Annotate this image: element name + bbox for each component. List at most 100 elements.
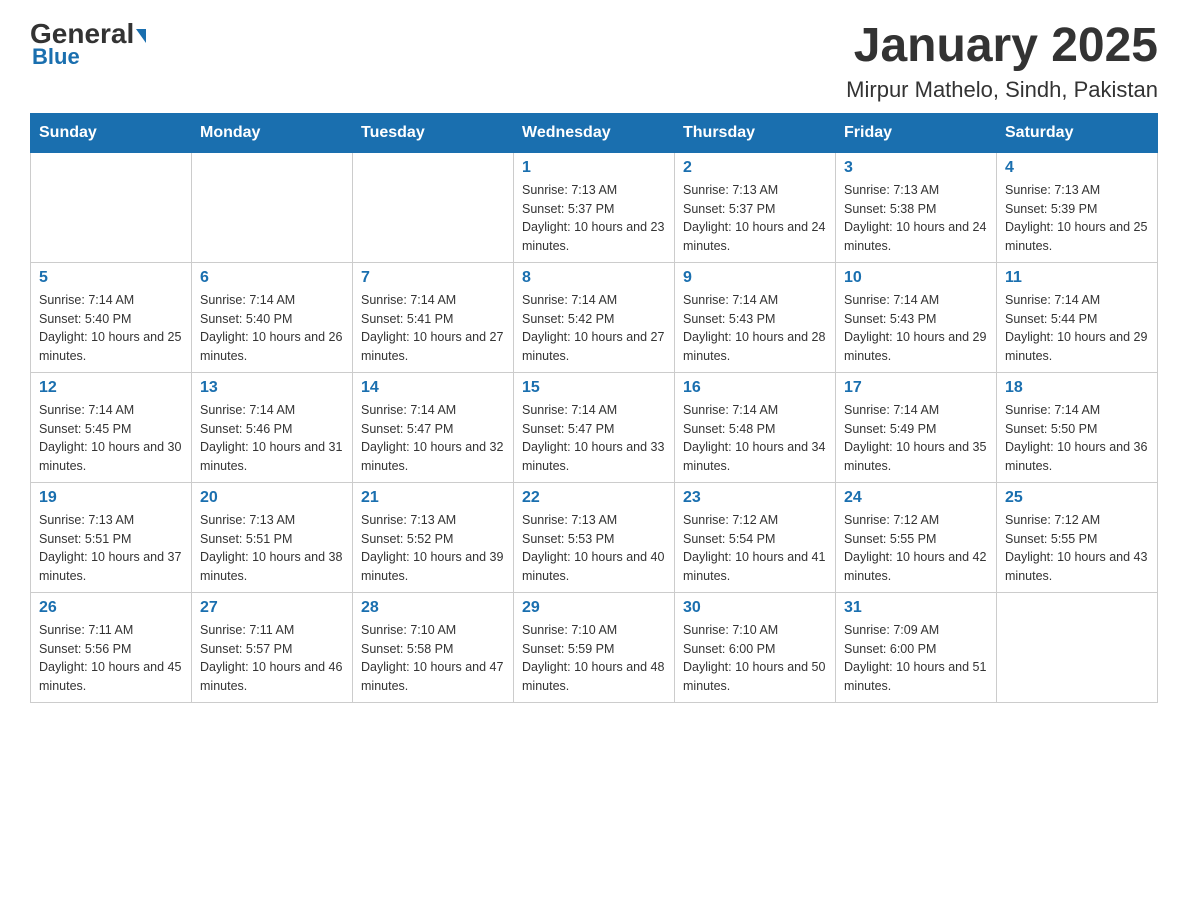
page-header: General Blue January 2025 Mirpur Mathelo… bbox=[30, 20, 1158, 103]
calendar-cell: 4Sunrise: 7:13 AMSunset: 5:39 PMDaylight… bbox=[997, 152, 1158, 262]
day-number: 20 bbox=[200, 489, 344, 507]
calendar-cell: 19 Sunrise: 7:13 AMSunset: 5:51 PMDayligh… bbox=[31, 482, 192, 592]
logo-arrow-icon bbox=[136, 29, 146, 43]
day-info: Sunrise: 7:13 AMSunset: 5:38 PMDaylight:… bbox=[844, 181, 988, 256]
title-section: January 2025 Mirpur Mathelo, Sindh, Paki… bbox=[846, 20, 1158, 103]
logo: General Blue bbox=[30, 20, 146, 70]
calendar-cell: 11 Sunrise: 7:14 AMSunset: 5:44 PMDayligh… bbox=[997, 262, 1158, 372]
day-number: 25 bbox=[1005, 489, 1149, 507]
day-info: Sunrise: 7:13 AMSunset: 5:52 PMDaylight:… bbox=[361, 511, 505, 586]
calendar-header-saturday: Saturday bbox=[997, 113, 1158, 152]
calendar-header-friday: Friday bbox=[836, 113, 997, 152]
calendar-cell: 31 Sunrise: 7:09 AMSunset: 6:00 PMDayligh… bbox=[836, 592, 997, 702]
calendar-header-thursday: Thursday bbox=[675, 113, 836, 152]
day-number: 22 bbox=[522, 489, 666, 507]
day-number: 26 bbox=[39, 599, 183, 617]
calendar-cell: 12 Sunrise: 7:14 AMSunset: 5:45 PMDayligh… bbox=[31, 372, 192, 482]
day-number: 27 bbox=[200, 599, 344, 617]
calendar-cell: 28 Sunrise: 7:10 AMSunset: 5:58 PMDayligh… bbox=[353, 592, 514, 702]
calendar-week-row: 5 Sunrise: 7:14 AMSunset: 5:40 PMDaylight… bbox=[31, 262, 1158, 372]
day-number: 15 bbox=[522, 379, 666, 397]
calendar-cell bbox=[192, 152, 353, 262]
day-info: Sunrise: 7:11 AMSunset: 5:57 PMDaylight:… bbox=[200, 621, 344, 696]
day-number: 30 bbox=[683, 599, 827, 617]
calendar-cell: 26Sunrise: 7:11 AMSunset: 5:56 PMDayligh… bbox=[31, 592, 192, 702]
calendar-cell: 30 Sunrise: 7:10 AMSunset: 6:00 PMDayligh… bbox=[675, 592, 836, 702]
day-info: Sunrise: 7:13 AMSunset: 5:51 PMDaylight:… bbox=[39, 511, 183, 586]
calendar-cell: 29 Sunrise: 7:10 AMSunset: 5:59 PMDayligh… bbox=[514, 592, 675, 702]
day-number: 28 bbox=[361, 599, 505, 617]
day-number: 13 bbox=[200, 379, 344, 397]
day-number: 16 bbox=[683, 379, 827, 397]
calendar-header-wednesday: Wednesday bbox=[514, 113, 675, 152]
day-info: Sunrise: 7:14 AMSunset: 5:45 PMDaylight:… bbox=[39, 401, 183, 476]
calendar-cell: 18Sunrise: 7:14 AMSunset: 5:50 PMDayligh… bbox=[997, 372, 1158, 482]
day-number: 19 bbox=[39, 489, 183, 507]
calendar-header-monday: Monday bbox=[192, 113, 353, 152]
calendar-cell: 27 Sunrise: 7:11 AMSunset: 5:57 PMDayligh… bbox=[192, 592, 353, 702]
calendar-cell bbox=[997, 592, 1158, 702]
day-number: 18 bbox=[1005, 379, 1149, 397]
day-info: Sunrise: 7:14 AMSunset: 5:47 PMDaylight:… bbox=[361, 401, 505, 476]
day-number: 8 bbox=[522, 269, 666, 287]
day-info: Sunrise: 7:14 AMSunset: 5:40 PMDaylight:… bbox=[39, 291, 183, 366]
day-number: 17 bbox=[844, 379, 988, 397]
day-info: Sunrise: 7:14 AMSunset: 5:47 PMDaylight:… bbox=[522, 401, 666, 476]
day-number: 10 bbox=[844, 269, 988, 287]
day-info: Sunrise: 7:14 AMSunset: 5:43 PMDaylight:… bbox=[683, 291, 827, 366]
day-number: 1 bbox=[522, 159, 666, 177]
day-number: 5 bbox=[39, 269, 183, 287]
day-number: 31 bbox=[844, 599, 988, 617]
day-info: Sunrise: 7:12 AMSunset: 5:55 PMDaylight:… bbox=[1005, 511, 1149, 586]
calendar-cell: 14 Sunrise: 7:14 AMSunset: 5:47 PMDayligh… bbox=[353, 372, 514, 482]
day-number: 7 bbox=[361, 269, 505, 287]
calendar-cell: 7 Sunrise: 7:14 AMSunset: 5:41 PMDaylight… bbox=[353, 262, 514, 372]
calendar-week-row: 12 Sunrise: 7:14 AMSunset: 5:45 PMDayligh… bbox=[31, 372, 1158, 482]
day-info: Sunrise: 7:10 AMSunset: 5:59 PMDaylight:… bbox=[522, 621, 666, 696]
day-info: Sunrise: 7:14 AMSunset: 5:40 PMDaylight:… bbox=[200, 291, 344, 366]
calendar-cell: 1Sunrise: 7:13 AMSunset: 5:37 PMDaylight… bbox=[514, 152, 675, 262]
day-number: 12 bbox=[39, 379, 183, 397]
day-number: 23 bbox=[683, 489, 827, 507]
calendar-cell: 17 Sunrise: 7:14 AMSunset: 5:49 PMDayligh… bbox=[836, 372, 997, 482]
calendar-cell: 15 Sunrise: 7:14 AMSunset: 5:47 PMDayligh… bbox=[514, 372, 675, 482]
calendar-cell: 24Sunrise: 7:12 AMSunset: 5:55 PMDayligh… bbox=[836, 482, 997, 592]
day-info: Sunrise: 7:14 AMSunset: 5:46 PMDaylight:… bbox=[200, 401, 344, 476]
day-info: Sunrise: 7:13 AMSunset: 5:53 PMDaylight:… bbox=[522, 511, 666, 586]
month-title: January 2025 bbox=[846, 20, 1158, 73]
day-info: Sunrise: 7:09 AMSunset: 6:00 PMDaylight:… bbox=[844, 621, 988, 696]
day-info: Sunrise: 7:14 AMSunset: 5:49 PMDaylight:… bbox=[844, 401, 988, 476]
day-info: Sunrise: 7:10 AMSunset: 5:58 PMDaylight:… bbox=[361, 621, 505, 696]
day-number: 3 bbox=[844, 159, 988, 177]
logo-text-line2: Blue bbox=[32, 44, 80, 70]
day-number: 29 bbox=[522, 599, 666, 617]
calendar-header-tuesday: Tuesday bbox=[353, 113, 514, 152]
day-number: 14 bbox=[361, 379, 505, 397]
calendar-cell: 8 Sunrise: 7:14 AMSunset: 5:42 PMDaylight… bbox=[514, 262, 675, 372]
calendar-cell: 16 Sunrise: 7:14 AMSunset: 5:48 PMDayligh… bbox=[675, 372, 836, 482]
day-info: Sunrise: 7:14 AMSunset: 5:48 PMDaylight:… bbox=[683, 401, 827, 476]
calendar-header-row: SundayMondayTuesdayWednesdayThursdayFrid… bbox=[31, 113, 1158, 152]
calendar-cell: 2Sunrise: 7:13 AMSunset: 5:37 PMDaylight… bbox=[675, 152, 836, 262]
calendar-cell: 23 Sunrise: 7:12 AMSunset: 5:54 PMDayligh… bbox=[675, 482, 836, 592]
calendar-table: SundayMondayTuesdayWednesdayThursdayFrid… bbox=[30, 113, 1158, 703]
day-info: Sunrise: 7:14 AMSunset: 5:42 PMDaylight:… bbox=[522, 291, 666, 366]
day-info: Sunrise: 7:14 AMSunset: 5:43 PMDaylight:… bbox=[844, 291, 988, 366]
day-number: 21 bbox=[361, 489, 505, 507]
calendar-cell: 25 Sunrise: 7:12 AMSunset: 5:55 PMDayligh… bbox=[997, 482, 1158, 592]
calendar-cell: 20Sunrise: 7:13 AMSunset: 5:51 PMDayligh… bbox=[192, 482, 353, 592]
calendar-cell: 3 Sunrise: 7:13 AMSunset: 5:38 PMDaylight… bbox=[836, 152, 997, 262]
day-info: Sunrise: 7:14 AMSunset: 5:44 PMDaylight:… bbox=[1005, 291, 1149, 366]
day-info: Sunrise: 7:12 AMSunset: 5:54 PMDaylight:… bbox=[683, 511, 827, 586]
calendar-week-row: 19 Sunrise: 7:13 AMSunset: 5:51 PMDayligh… bbox=[31, 482, 1158, 592]
calendar-week-row: 26Sunrise: 7:11 AMSunset: 5:56 PMDayligh… bbox=[31, 592, 1158, 702]
calendar-week-row: 1Sunrise: 7:13 AMSunset: 5:37 PMDaylight… bbox=[31, 152, 1158, 262]
day-info: Sunrise: 7:14 AMSunset: 5:41 PMDaylight:… bbox=[361, 291, 505, 366]
calendar-cell bbox=[31, 152, 192, 262]
calendar-cell: 6Sunrise: 7:14 AMSunset: 5:40 PMDaylight… bbox=[192, 262, 353, 372]
calendar-cell: 5 Sunrise: 7:14 AMSunset: 5:40 PMDaylight… bbox=[31, 262, 192, 372]
calendar-cell: 22 Sunrise: 7:13 AMSunset: 5:53 PMDayligh… bbox=[514, 482, 675, 592]
day-info: Sunrise: 7:10 AMSunset: 6:00 PMDaylight:… bbox=[683, 621, 827, 696]
day-number: 11 bbox=[1005, 269, 1149, 287]
day-info: Sunrise: 7:12 AMSunset: 5:55 PMDaylight:… bbox=[844, 511, 988, 586]
